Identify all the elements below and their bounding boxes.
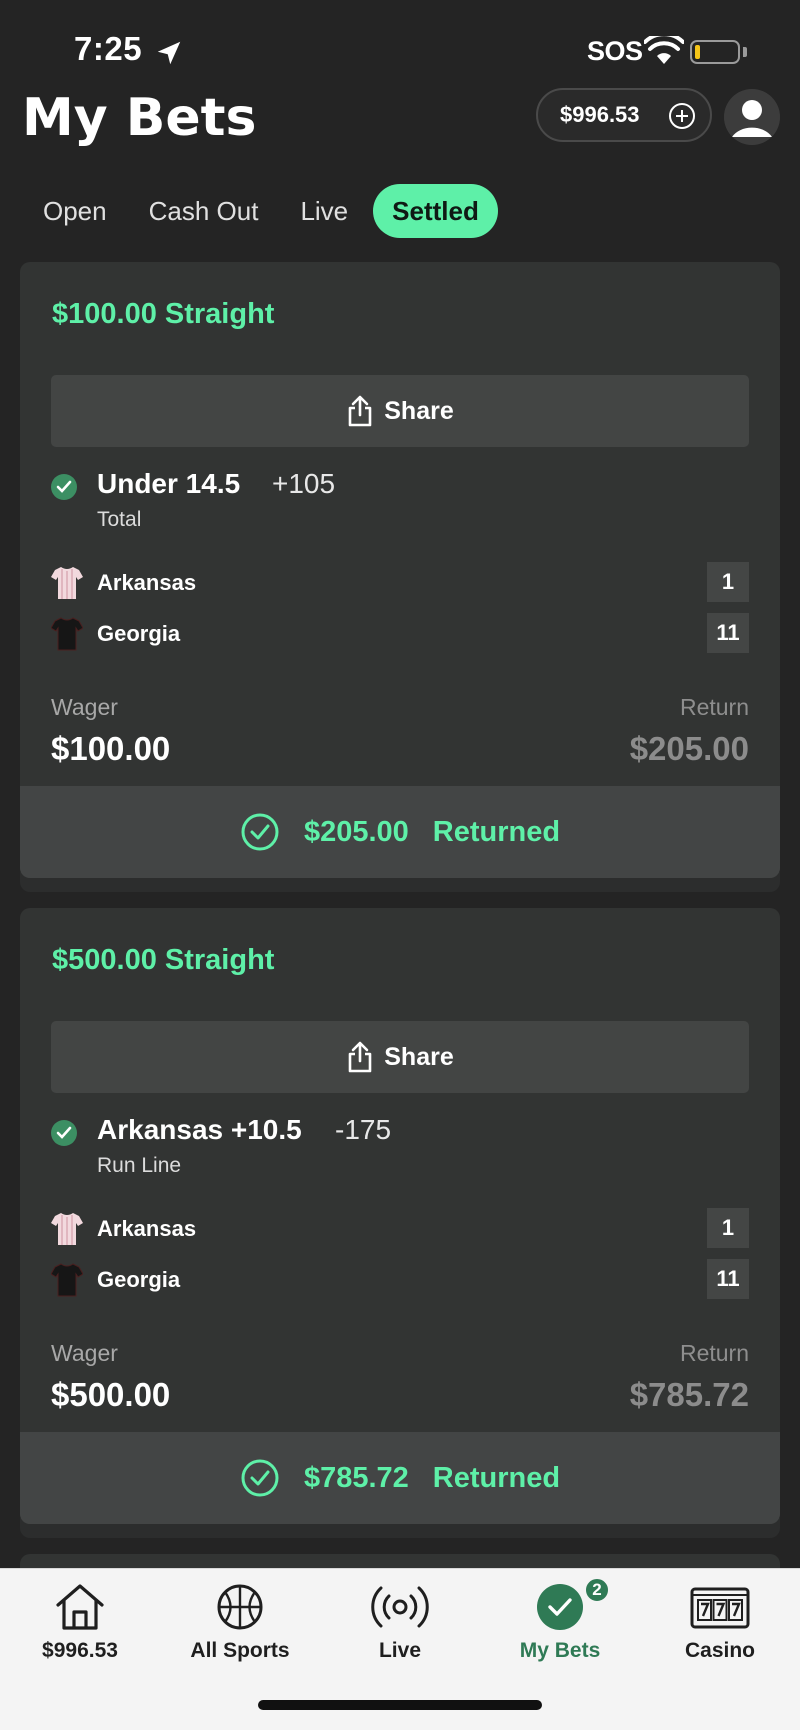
team-row: Arkansas 1 <box>51 1208 749 1248</box>
pick-name: Under 14.5 <box>97 468 241 499</box>
balance-value: $996.53 <box>560 102 640 127</box>
nav-my-bets[interactable]: My Bets <box>480 1569 640 1679</box>
nav-home[interactable]: $996.53 <box>0 1569 160 1679</box>
bet-tabs: Open Cash Out Live Settled <box>22 184 498 238</box>
bet-title: $100.00 Straight <box>52 298 275 330</box>
wifi-icon <box>644 36 684 64</box>
team-name: Georgia <box>97 1267 181 1292</box>
bet-title: $500.00 Straight <box>52 944 275 976</box>
share-label: Share <box>384 396 454 425</box>
page-title: My Bets <box>22 88 257 148</box>
team-name: Arkansas <box>97 570 197 595</box>
wager-label: Wager <box>51 694 118 720</box>
return-label: Return <box>679 694 749 720</box>
returned-bar: $205.00 Returned <box>20 786 780 878</box>
nav-label: $996.53 <box>42 1639 118 1662</box>
tab-live[interactable]: Live <box>279 184 369 238</box>
live-broadcast-icon <box>371 1586 429 1628</box>
nav-all-sports[interactable]: All Sports <box>160 1569 320 1679</box>
share-icon <box>348 395 372 427</box>
battery-icon <box>690 40 740 64</box>
home-icon <box>56 1584 104 1630</box>
team-row: Arkansas 1 <box>51 562 749 602</box>
check-circle-icon <box>537 1584 583 1630</box>
team-score: 11 <box>707 613 749 653</box>
battery-nub <box>743 47 747 57</box>
share-icon <box>348 1041 372 1073</box>
share-button[interactable]: Share <box>51 375 749 447</box>
status-bar: 7:25 SOS <box>0 0 800 90</box>
arkansas-jersey-icon <box>51 567 83 599</box>
my-bets-badge: 2 <box>584 1577 610 1603</box>
avatar[interactable] <box>724 89 780 145</box>
user-icon <box>724 89 780 145</box>
pick-market: Total <box>97 508 142 531</box>
status-time: 7:25 <box>74 30 143 67</box>
home-indicator <box>258 1700 542 1710</box>
georgia-jersey-icon <box>51 1263 83 1297</box>
returned-amount: $205.00 <box>303 815 409 848</box>
check-circle-icon <box>241 1459 279 1497</box>
team-score: 11 <box>707 1259 749 1299</box>
georgia-jersey-icon <box>51 617 83 651</box>
carrier-label: SOS <box>587 36 643 66</box>
pick-odds: +105 <box>272 468 336 499</box>
team-row: Georgia 11 <box>51 613 749 653</box>
share-button[interactable]: Share <box>51 1021 749 1093</box>
plus-circle-icon <box>669 103 695 129</box>
return-value: $205.00 <box>629 730 749 767</box>
team-row: Georgia 11 <box>51 1259 749 1299</box>
return-value: $785.72 <box>629 1376 749 1413</box>
tab-settled[interactable]: Settled <box>373 184 498 238</box>
nav-label: Live <box>378 1639 422 1662</box>
tab-cash-out[interactable]: Cash Out <box>128 184 280 238</box>
returned-amount: $785.72 <box>303 1461 409 1494</box>
nav-label: All Sports <box>190 1639 290 1662</box>
pick-market: Run Line <box>97 1154 182 1177</box>
team-name: Arkansas <box>97 1216 197 1241</box>
basketball-icon <box>217 1584 263 1630</box>
wager-label: Wager <box>51 1340 118 1366</box>
won-check-icon <box>51 474 77 500</box>
nav-live[interactable]: Live <box>320 1569 480 1679</box>
returned-label: Returned <box>432 1461 561 1494</box>
balance-button[interactable]: $996.53 <box>536 88 712 142</box>
nav-label: Casino <box>684 1639 755 1662</box>
team-score: 1 <box>707 1208 749 1248</box>
team-name: Georgia <box>97 621 181 646</box>
slot-machine-icon <box>690 1587 750 1629</box>
wager-value: $500.00 <box>51 1376 171 1413</box>
tab-open[interactable]: Open <box>22 184 128 238</box>
won-check-icon <box>51 1120 77 1146</box>
share-label: Share <box>384 1042 454 1071</box>
pick-odds: -175 <box>335 1114 392 1145</box>
returned-bar: $785.72 Returned <box>20 1432 780 1524</box>
wager-value: $100.00 <box>51 730 171 767</box>
bet-card[interactable]: $500.00 Straight Share Arkansas +10.5 -1… <box>20 908 780 1524</box>
location-arrow-icon <box>157 41 181 65</box>
arkansas-jersey-icon <box>51 1213 83 1245</box>
return-label: Return <box>679 1340 749 1366</box>
nav-casino[interactable]: Casino <box>640 1569 800 1679</box>
check-circle-icon <box>241 813 279 851</box>
team-score: 1 <box>707 562 749 602</box>
bet-card[interactable]: $100.00 Straight Share Under 14.5 +105 T… <box>20 262 780 878</box>
returned-label: Returned <box>432 815 561 848</box>
pick-name: Arkansas +10.5 <box>97 1114 302 1145</box>
nav-label: My Bets <box>519 1639 601 1662</box>
